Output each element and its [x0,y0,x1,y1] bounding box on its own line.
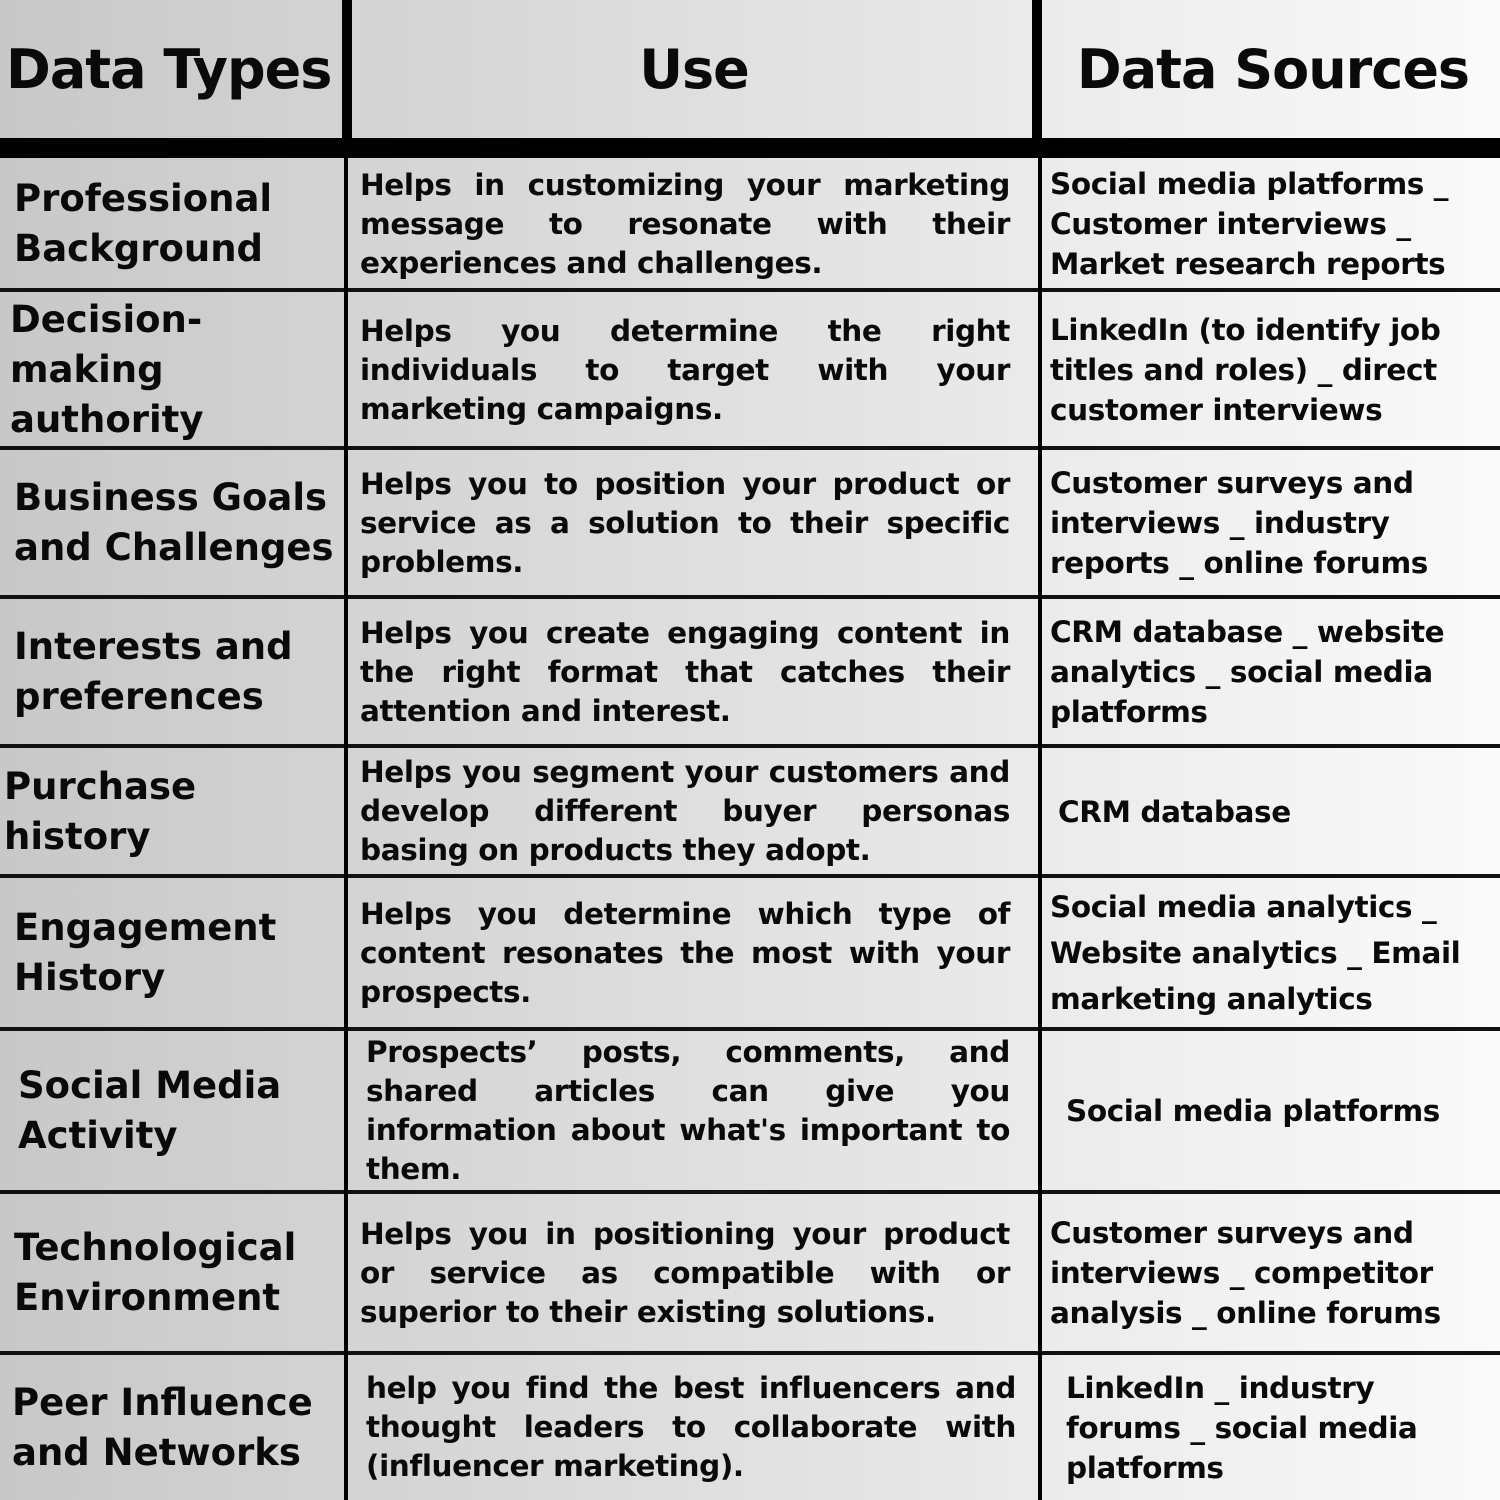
data-sources-cell: CRM database _ website analytics _ socia… [1050,615,1445,729]
use-cell: Prospects’ posts, comments, and shared a… [366,1035,1010,1186]
data-sources-cell: Customer surveys and interviews _ compet… [1050,1216,1441,1330]
data-type-cell: Decision-making authority [10,298,204,441]
use-cell: Helps you to position your product or se… [360,466,1010,579]
use-cell: Helps you in positioning your product or… [360,1216,1010,1329]
data-sources-cell: LinkedIn (to identify job titles and rol… [1050,313,1441,427]
data-sources-cell: CRM database [1058,794,1291,829]
column-divider [344,158,348,1500]
use-cell: Helps you create engaging content in the… [360,615,1010,728]
data-type-cell: Peer Influence and Networks [12,1380,313,1474]
data-type-cell: Professional Background [14,177,273,270]
header-use: Use [639,37,750,101]
column-divider [1032,0,1042,158]
use-cell: Helps you segment your customers and dev… [360,755,1010,867]
table-row: Professional Background Helps in customi… [0,158,1500,290]
use-cell: Helps you determine which type of conten… [360,896,1010,1009]
table-header: Data Types Use Data Sources [0,0,1500,138]
table-row: Peer Influence and Networks help you fin… [0,1355,1500,1500]
table-row: Interests and preferences Helps you crea… [0,599,1500,745]
data-sources-cell: LinkedIn _ industry forums _ social medi… [1066,1370,1418,1485]
data-types-table: Data Types Use Data Sources Professional… [0,0,1500,1500]
table-row: Technological Environment Helps you in p… [0,1194,1500,1352]
table-row: Social Media Activity Prospects’ posts, … [0,1031,1500,1191]
use-cell: help you find the best influencers and t… [366,1371,1016,1483]
use-cell: Helps you determine the right individual… [360,313,1010,426]
header-divider [0,138,1500,158]
data-type-cell: Business Goals and Challenges [14,476,334,569]
data-type-cell: Social Media Activity [18,1064,282,1157]
data-sources-cell: Social media platforms [1066,1094,1440,1128]
header-data-sources: Data Sources [1076,37,1470,101]
table-row: Decision-making authority Helps you dete… [0,292,1500,448]
data-sources-cell: Customer surveys and interviews _ indust… [1050,466,1428,580]
data-type-cell: Purchase history [4,764,197,858]
data-type-cell: Technological Environment [14,1226,297,1319]
column-divider [342,0,352,158]
header-data-types: Data Types [6,37,332,101]
column-divider [1038,158,1042,1500]
data-sources-cell: Social media analytics _ Website analyti… [1050,890,1461,1016]
data-type-cell: Engagement History [14,906,277,999]
data-type-cell: Interests and preferences [14,625,293,718]
table-row: Engagement History Helps you determine w… [0,878,1500,1028]
table-row: Purchase history Helps you segment your … [0,748,1500,875]
data-sources-cell: Social media platforms _ Customer interv… [1050,167,1449,281]
use-cell: Helps in customizing your marketing mess… [360,167,1010,280]
table-row: Business Goals and Challenges Helps you … [0,450,1500,596]
